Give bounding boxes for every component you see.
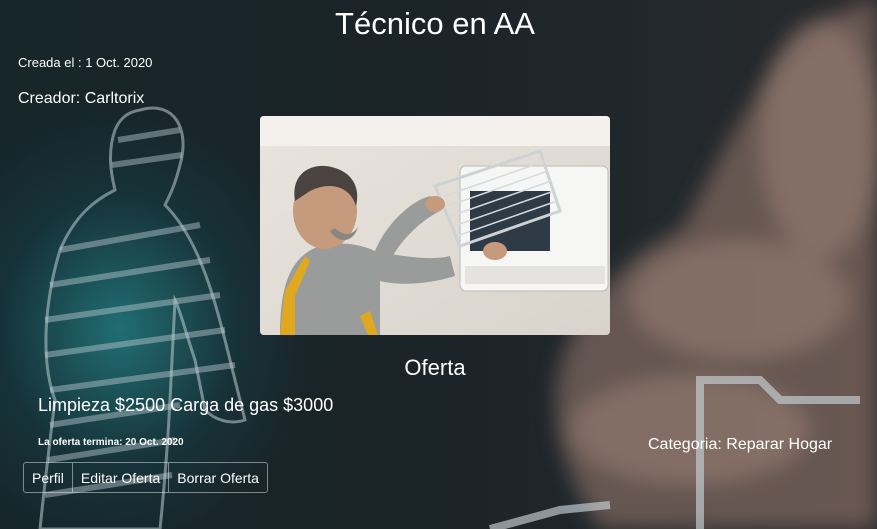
offer-image xyxy=(260,116,610,335)
creator-name: Creador: Carltorix xyxy=(18,90,145,107)
offer-category: Categoria: Reparar Hogar xyxy=(648,436,833,453)
created-date: Creada el : 1 Oct. 2020 xyxy=(18,55,153,70)
edit-offer-button[interactable]: Editar Oferta xyxy=(72,462,170,493)
page-title: Técnico en AA xyxy=(335,6,535,41)
profile-button[interactable]: Perfil xyxy=(23,462,73,493)
offer-end-date: La oferta termina: 20 Oct. 2020 xyxy=(38,437,184,448)
offer-actions: Perfil Editar Oferta Borrar Oferta xyxy=(23,462,268,493)
offer-heading: Oferta xyxy=(404,355,466,380)
offer-description: Limpieza $2500 Carga de gas $3000 xyxy=(38,395,334,415)
delete-offer-button[interactable]: Borrar Oferta xyxy=(169,462,268,493)
